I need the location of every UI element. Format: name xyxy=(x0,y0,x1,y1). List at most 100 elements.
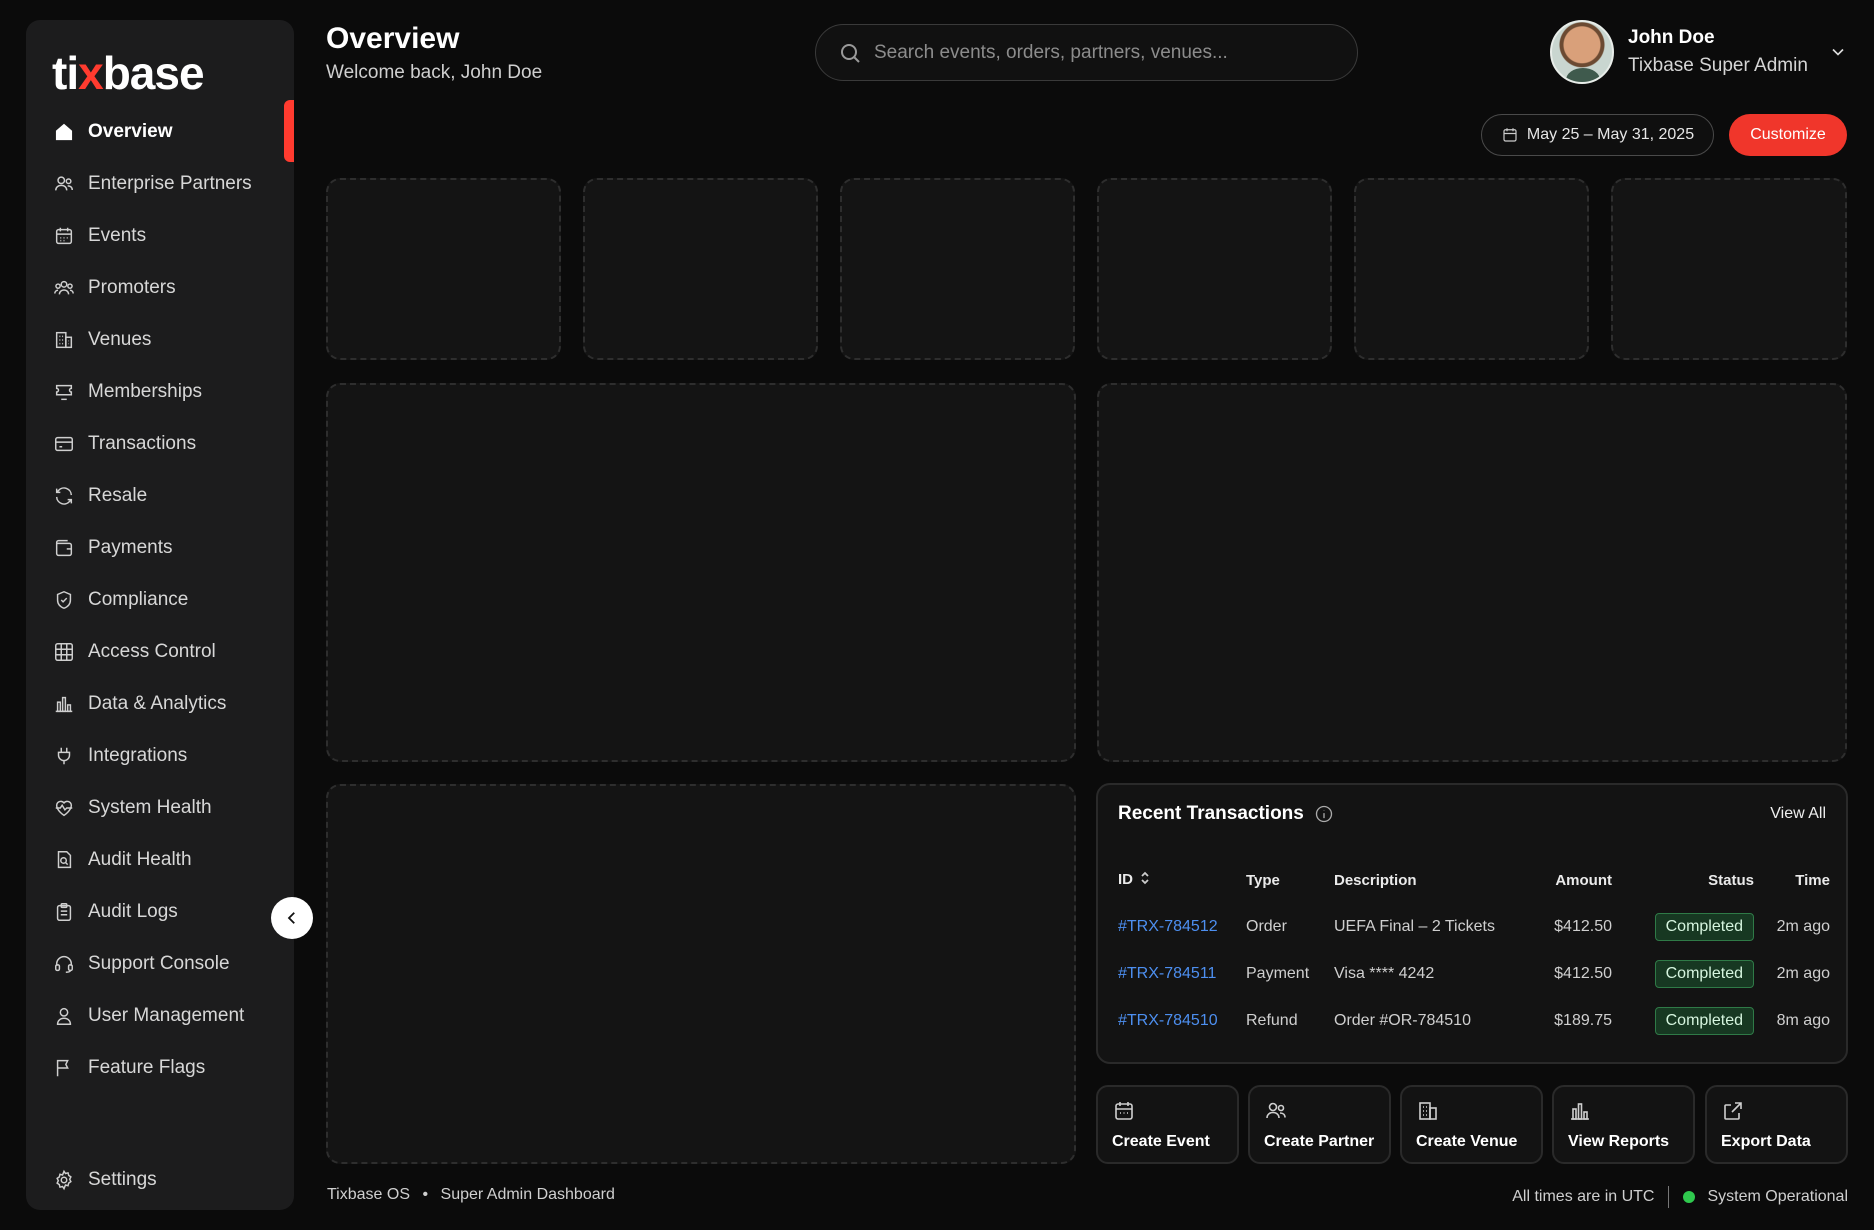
transaction-type: Refund xyxy=(1246,1011,1298,1029)
sidebar-item-events[interactable]: Events xyxy=(26,210,294,262)
transactions-table: ID Type Description Amount Status Time #… xyxy=(1118,857,1830,1044)
sidebar-item-label: Transactions xyxy=(88,433,197,454)
sidebar-item-audit-logs[interactable]: Audit Logs xyxy=(26,886,294,938)
sidebar-item-label: Compliance xyxy=(88,589,189,610)
recent-transactions-card: Recent Transactions View All ID Type Des… xyxy=(1096,783,1848,1064)
sidebar-item-enterprise-partners[interactable]: Enterprise Partners xyxy=(26,158,294,210)
footer-left: Tixbase OS • Super Admin Dashboard xyxy=(327,1186,615,1204)
col-id-label: ID xyxy=(1118,870,1133,888)
building-icon xyxy=(1416,1099,1440,1123)
status-badge: Completed xyxy=(1654,1006,1754,1035)
panel-placeholder-bottom-left xyxy=(326,784,1076,1164)
sidebar-item-data-analytics[interactable]: Data & Analytics xyxy=(26,678,294,730)
sidebar-item-system-health[interactable]: System Health xyxy=(26,782,294,834)
quick-action-label: Export Data xyxy=(1721,1133,1811,1150)
col-id[interactable]: ID xyxy=(1118,857,1246,903)
gear-icon xyxy=(52,1168,76,1192)
calendar-icon xyxy=(52,224,76,248)
view-reports-button[interactable]: View Reports xyxy=(1552,1085,1695,1164)
transaction-time: 8m ago xyxy=(1776,1011,1830,1029)
col-type: Type xyxy=(1246,871,1280,889)
sidebar-item-payments[interactable]: Payments xyxy=(26,522,294,574)
customize-button[interactable]: Customize xyxy=(1729,114,1847,156)
sidebar-item-integrations[interactable]: Integrations xyxy=(26,730,294,782)
sidebar-item-audit-health[interactable]: Audit Health xyxy=(26,834,294,886)
create-partner-button[interactable]: Create Partner xyxy=(1248,1085,1391,1164)
chevron-down-icon[interactable] xyxy=(1828,42,1848,62)
transaction-amount: $189.75 xyxy=(1554,1011,1612,1029)
sidebar-item-promoters[interactable]: Promoters xyxy=(26,262,294,314)
sidebar-item-label: User Management xyxy=(88,1005,245,1026)
search-input[interactable] xyxy=(874,41,1334,64)
sidebar-settings-wrap: Settings xyxy=(26,1154,294,1206)
transaction-amount: $412.50 xyxy=(1554,917,1612,935)
footer-app-name: Tixbase OS xyxy=(327,1186,410,1203)
card-icon xyxy=(52,432,76,456)
footer-separator: • xyxy=(422,1186,429,1203)
shield-check-icon xyxy=(52,588,76,612)
bar-chart-icon xyxy=(52,692,76,716)
sidebar-item-feature-flags[interactable]: Feature Flags xyxy=(26,1042,294,1094)
sort-icon[interactable] xyxy=(1139,871,1151,889)
transaction-time: 2m ago xyxy=(1776,917,1830,935)
recent-transactions-title: Recent Transactions xyxy=(1118,803,1334,825)
refresh-icon xyxy=(52,484,76,508)
partners-icon xyxy=(52,172,76,196)
sidebar-item-access-control[interactable]: Access Control xyxy=(26,626,294,678)
search-doc-icon xyxy=(52,848,76,872)
avatar[interactable] xyxy=(1550,20,1614,84)
user-icon xyxy=(52,1004,76,1028)
external-link-icon xyxy=(1721,1099,1745,1123)
transaction-id-link[interactable]: #TRX-784511 xyxy=(1118,965,1216,982)
table-row[interactable]: #TRX-784510 Refund Order #OR-784510 $189… xyxy=(1118,997,1830,1044)
sidebar-item-overview[interactable]: Overview xyxy=(26,100,294,162)
sidebar-nav: Overview Enterprise Partners Events Prom… xyxy=(26,100,294,1094)
transaction-id-link[interactable]: #TRX-784510 xyxy=(1118,1012,1218,1029)
table-row[interactable]: #TRX-784511 Payment Visa **** 4242 $412.… xyxy=(1118,950,1830,997)
chart-panel-placeholder-right xyxy=(1097,383,1847,762)
sidebar-item-compliance[interactable]: Compliance xyxy=(26,574,294,626)
partners-icon xyxy=(1264,1099,1288,1123)
status-badge: Completed xyxy=(1654,912,1754,941)
recent-transactions-title-text: Recent Transactions xyxy=(1118,803,1304,824)
export-data-button[interactable]: Export Data xyxy=(1705,1085,1848,1164)
sidebar-item-label: Overview xyxy=(88,121,173,142)
col-time: Time xyxy=(1795,871,1830,889)
kpi-card-placeholder-2 xyxy=(583,178,818,360)
user-menu[interactable]: John Doe Tixbase Super Admin xyxy=(1550,20,1848,84)
sidebar-item-label: Access Control xyxy=(88,641,216,662)
sidebar-item-memberships[interactable]: Memberships xyxy=(26,366,294,418)
users-icon xyxy=(52,276,76,300)
sidebar-item-user-management[interactable]: User Management xyxy=(26,990,294,1042)
tixbase-logo[interactable]: ti x base xyxy=(52,46,205,100)
kpi-card-placeholder-4 xyxy=(1097,178,1332,360)
collapse-sidebar-button[interactable] xyxy=(271,897,313,939)
table-row[interactable]: #TRX-784512 Order UEFA Final – 2 Tickets… xyxy=(1118,903,1830,950)
sidebar-item-venues[interactable]: Venues xyxy=(26,314,294,366)
info-icon[interactable] xyxy=(1314,804,1334,824)
date-range-button[interactable]: May 25 – May 31, 2025 xyxy=(1481,114,1714,156)
sidebar-item-settings[interactable]: Settings xyxy=(26,1154,294,1206)
system-status: System Operational xyxy=(1707,1188,1848,1205)
status-badge: Completed xyxy=(1654,959,1754,988)
clipboard-icon xyxy=(52,900,76,924)
transaction-id-link[interactable]: #TRX-784512 xyxy=(1118,918,1218,935)
sidebar-item-label: Venues xyxy=(88,329,152,350)
sidebar-item-resale[interactable]: Resale xyxy=(26,470,294,522)
search-bar[interactable] xyxy=(815,24,1358,81)
quick-action-label: Create Event xyxy=(1112,1133,1210,1150)
kpi-card-placeholder-6 xyxy=(1611,178,1847,360)
sidebar-item-transactions[interactable]: Transactions xyxy=(26,418,294,470)
view-all-link[interactable]: View All xyxy=(1770,805,1826,823)
create-venue-button[interactable]: Create Venue xyxy=(1400,1085,1543,1164)
transaction-type: Payment xyxy=(1246,964,1310,982)
transaction-amount: $412.50 xyxy=(1554,964,1612,982)
user-name: John Doe xyxy=(1628,27,1715,48)
calendar-icon xyxy=(1503,128,1517,142)
ticket-icon xyxy=(52,380,76,404)
heart-pulse-icon xyxy=(52,796,76,820)
footer-right: All times are in UTC System Operational xyxy=(1512,1186,1848,1208)
transaction-type: Order xyxy=(1246,917,1287,935)
create-event-button[interactable]: Create Event xyxy=(1096,1085,1239,1164)
sidebar-item-support-console[interactable]: Support Console xyxy=(26,938,294,990)
